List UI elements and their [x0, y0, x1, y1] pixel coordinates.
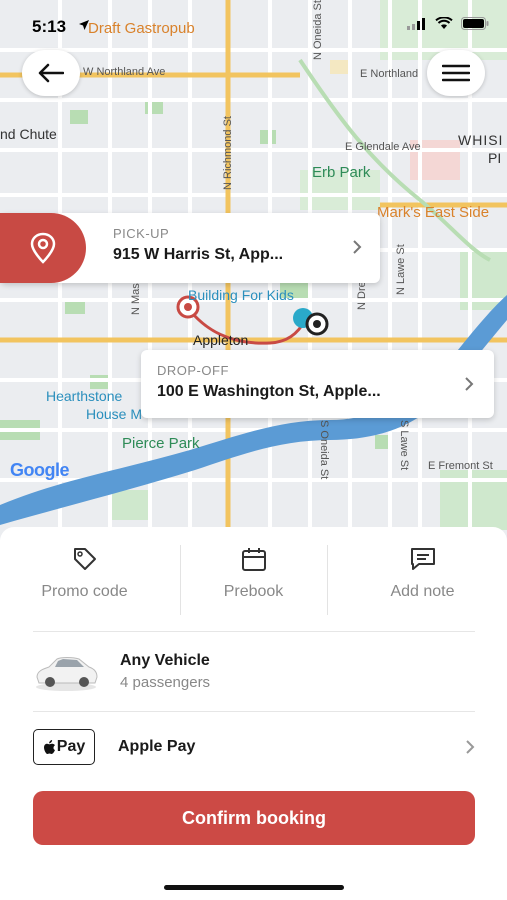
apple-logo-icon [43, 739, 55, 754]
divider [33, 631, 475, 632]
map-label-s-lawe: S Lawe St [398, 420, 410, 471]
tag-icon [73, 548, 96, 570]
status-time: 5:13 [32, 17, 67, 36]
map-label-erb-park: Erb Park [312, 164, 371, 181]
action-divider [327, 545, 328, 615]
map-label-nd-chute: nd Chute [0, 126, 57, 142]
home-indicator [164, 885, 344, 890]
map-label-house-m: House M [86, 406, 143, 422]
apple-pay-badge-label: Pay [56, 738, 86, 755]
battery-icon [461, 17, 489, 30]
calendar-icon [241, 548, 266, 571]
location-pin-icon [30, 232, 56, 264]
back-button[interactable] [22, 50, 80, 96]
add-note-label: Add note [390, 583, 455, 600]
map-label-n-mas: N Mas [130, 283, 142, 315]
vehicle-subtitle: 4 passengers [120, 673, 211, 691]
google-logo-text: Google [10, 460, 70, 480]
menu-button[interactable] [427, 50, 485, 96]
pickup-address: 915 W Harris St, App... [113, 246, 284, 263]
map-label-n-lawe: N Lawe St [395, 244, 407, 295]
vehicle-title: Any Vehicle [120, 651, 210, 669]
map-label-pierce-park: Pierce Park [122, 435, 200, 452]
apple-pay-badge: Pay [33, 729, 95, 765]
map-label-e-glendale: E Glendale Ave [345, 141, 421, 153]
pickup-pin-badge [0, 213, 86, 283]
confirm-booking-button[interactable]: Confirm booking [33, 791, 475, 845]
divider [33, 711, 475, 712]
add-note-button[interactable]: Add note [338, 545, 507, 615]
car-icon [36, 657, 98, 691]
map-label-e-northland: E Northland [360, 68, 419, 80]
map-label-n-dre: N Dre [356, 281, 368, 310]
action-bar: Promo code Prebook Add note [0, 545, 507, 615]
map-label-building-for-kids: Building For Kids [188, 287, 294, 303]
map-label-w-northland: W Northland Ave [83, 66, 166, 78]
chevron-right-icon [353, 240, 362, 254]
arrow-left-icon [38, 63, 64, 83]
dropoff-address: 100 E Washington St, Apple... [157, 383, 381, 400]
message-icon [410, 548, 435, 570]
map-label-pi: PI [488, 150, 502, 166]
status-icons [407, 17, 489, 30]
status-bar: 5:13 [0, 0, 507, 50]
map-label-s-oneida: S Oneida St [318, 420, 330, 480]
google-logo: Google [10, 460, 70, 481]
dropoff-card[interactable]: DROP-OFF 100 E Washington St, Apple... [141, 350, 494, 418]
payment-row[interactable]: Pay Apple Pay [33, 727, 475, 767]
action-divider [180, 545, 181, 615]
vehicle-row[interactable]: Any Vehicle 4 passengers [33, 641, 475, 701]
map-label-appleton: Appleton [193, 332, 249, 348]
map-label-n-richmond: N Richmond St [222, 116, 234, 190]
dropoff-label: DROP-OFF [157, 363, 229, 378]
chevron-right-icon [465, 377, 474, 391]
map-label-whisp: WHISI [458, 132, 504, 148]
hamburger-menu-icon [442, 64, 470, 82]
pickup-label: PICK-UP [113, 226, 170, 241]
wifi-icon [435, 17, 453, 29]
chevron-right-icon [466, 740, 475, 754]
location-arrow-icon [78, 18, 90, 36]
prebook-button[interactable]: Prebook [169, 545, 338, 615]
payment-title: Apple Pay [118, 738, 196, 755]
map-label-e-fremont: E Fremont St [428, 460, 493, 472]
promo-code-label: Promo code [41, 583, 128, 600]
prebook-label: Prebook [223, 583, 284, 600]
map-label-marks-east-side: Mark's East Side [377, 204, 490, 221]
map-label-hearthstone: Hearthstone [46, 388, 123, 404]
promo-code-button[interactable]: Promo code [0, 545, 169, 615]
cellular-signal-icon [407, 17, 425, 30]
